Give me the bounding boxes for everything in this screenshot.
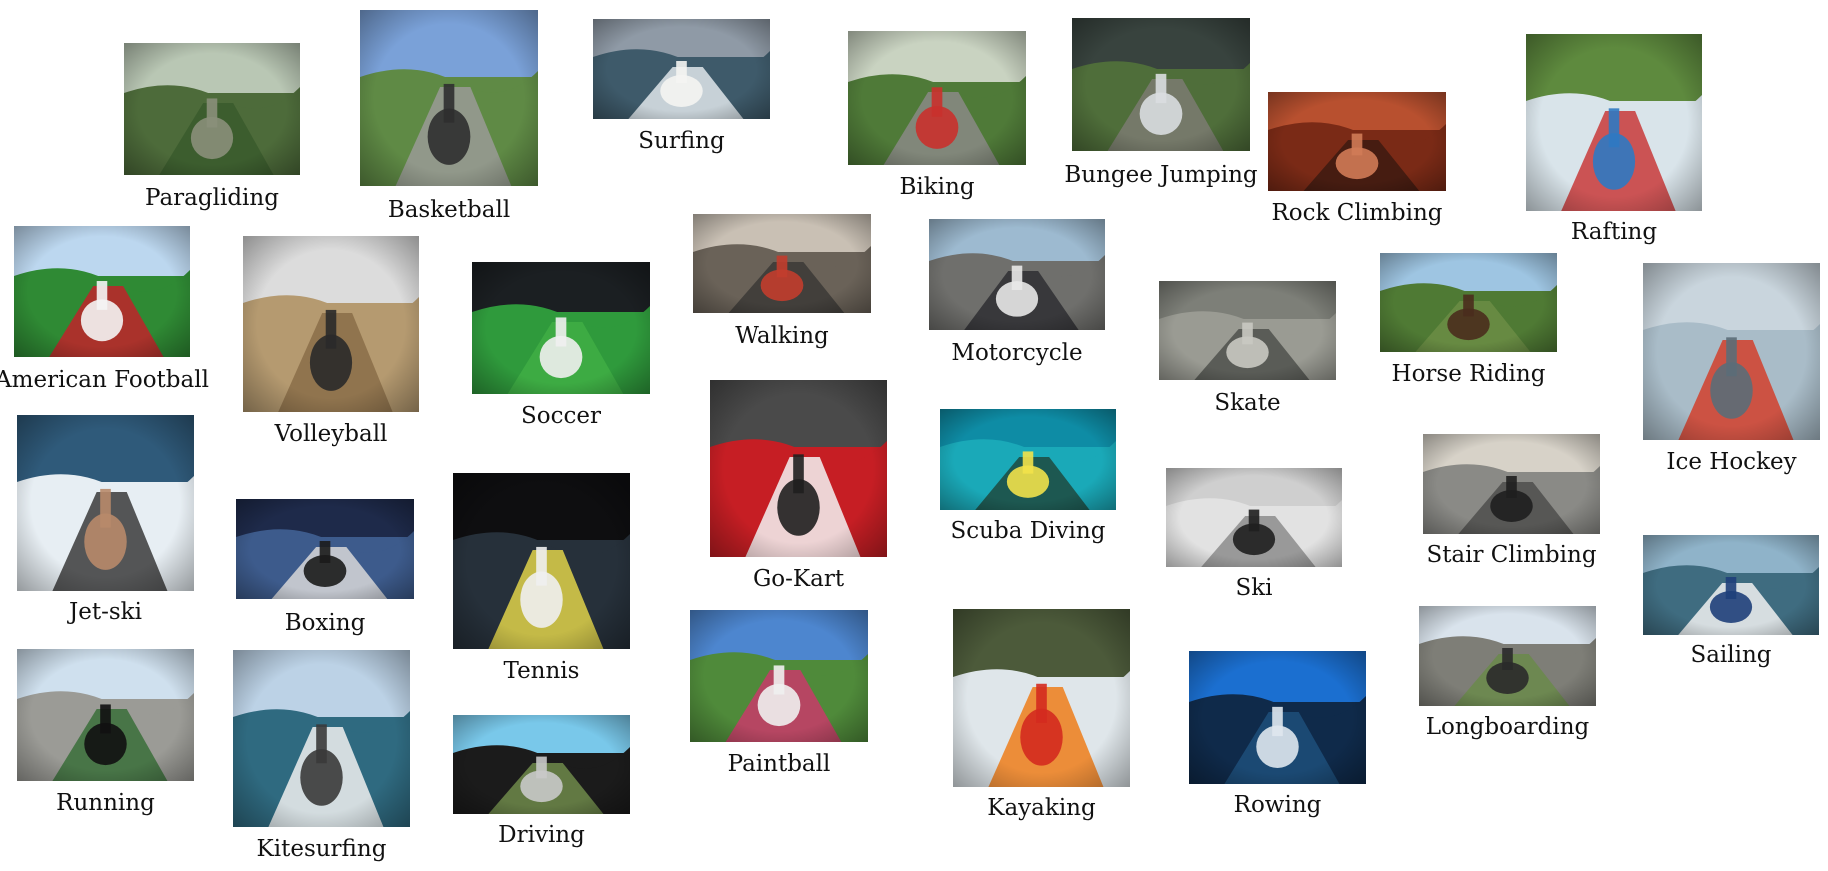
activity-caption: Rowing [1233,792,1322,818]
activity-thumbnail [472,262,650,394]
activity-caption: Paintball [727,751,831,777]
activity-tile-horse-riding: Horse Riding [1380,253,1557,388]
activity-thumbnail [693,214,871,313]
activity-thumbnail [1159,281,1336,380]
activity-tile-sailing: Sailing [1643,535,1819,669]
activity-tile-go-kart: Go-Kart [710,380,887,593]
activity-thumbnail [243,236,419,412]
activity-tile-rafting: Rafting [1526,34,1702,246]
activity-tile-kayaking: Kayaking [953,609,1130,822]
activity-tile-rock-climbing: Rock Climbing [1268,92,1446,227]
activity-thumbnail [1423,434,1600,534]
activity-tile-volleyball: Volleyball [243,236,419,448]
activity-caption: Skate [1214,390,1281,416]
activity-caption: Stair Climbing [1426,542,1597,568]
activity-caption: Ski [1235,575,1273,601]
activity-tile-surfing: Surfing [593,19,770,155]
activity-thumbnail [453,473,630,649]
activity-thumbnail [953,609,1130,787]
activity-tile-stair-climbing: Stair Climbing [1423,434,1600,569]
activity-caption: Driving [498,822,585,848]
activity-caption: Surfing [638,128,725,154]
activity-thumbnail [1643,535,1819,635]
activity-thumbnail [1072,18,1250,151]
activity-thumbnail [940,409,1116,510]
activity-tile-jet-ski: Jet-ski [17,415,194,626]
activity-tile-basketball: Basketball [360,10,538,224]
activity-tile-motorcycle: Motorcycle [929,219,1105,367]
activity-tile-tennis: Tennis [453,473,630,685]
activity-tile-paintball: Paintball [690,610,868,778]
activity-caption: Sailing [1690,642,1772,668]
activity-caption: American Football [0,367,209,393]
activity-thumbnail [710,380,887,557]
activity-thumbnail [14,226,190,357]
activity-thumbnail [690,610,868,742]
activity-tile-rowing: Rowing [1189,651,1366,819]
activity-thumbnail [593,19,770,119]
activity-tile-ski: Ski [1166,468,1342,602]
activity-thumbnail [17,415,194,591]
activity-caption: Basketball [387,197,511,223]
activity-thumbnail [1526,34,1702,211]
activity-tile-ice-hockey: Ice Hockey [1643,263,1820,476]
activity-caption: Horse Riding [1391,361,1546,387]
activity-tile-paragliding: Paragliding [124,43,300,212]
activity-tile-bungee-jumping: Bungee Jumping [1064,18,1258,189]
activity-caption: Tennis [503,658,580,684]
activity-thumbnail [17,649,194,781]
activity-thumbnail [233,650,410,827]
activity-thumbnail [1189,651,1366,784]
activity-caption: Scuba Diving [950,518,1106,544]
activity-collage: Paragliding Basketball Surfing Biking Bu… [0,0,1828,871]
activity-tile-american-football: American Football [0,226,209,394]
activity-caption: Soccer [521,403,601,429]
activity-caption: Rock Climbing [1271,200,1443,226]
activity-caption: Boxing [284,610,366,636]
activity-thumbnail [848,31,1026,165]
activity-tile-kitesurfing: Kitesurfing [233,650,410,863]
activity-caption: Bungee Jumping [1064,162,1258,188]
activity-caption: Rafting [1570,219,1658,245]
activity-thumbnail [929,219,1105,330]
activity-caption: Motorcycle [951,340,1083,366]
activity-tile-driving: Driving [453,715,630,849]
activity-tile-walking: Walking [693,214,871,350]
activity-thumbnail [236,499,414,599]
activity-tile-skate: Skate [1159,281,1336,417]
activity-tile-scuba-diving: Scuba Diving [940,409,1116,545]
activity-tile-biking: Biking [848,31,1026,201]
activity-thumbnail [124,43,300,175]
activity-caption: Longboarding [1425,714,1590,740]
activity-tile-running: Running [17,649,194,817]
activity-caption: Ice Hockey [1666,449,1797,475]
activity-tile-longboarding: Longboarding [1419,606,1596,741]
activity-caption: Go-Kart [752,566,845,592]
activity-thumbnail [1166,468,1342,567]
activity-thumbnail [1643,263,1820,440]
activity-thumbnail [360,10,538,186]
activity-tile-soccer: Soccer [472,262,650,430]
activity-thumbnail [1268,92,1446,191]
activity-thumbnail [453,715,630,814]
activity-tile-boxing: Boxing [236,499,414,637]
activity-thumbnail [1419,606,1596,706]
activity-thumbnail [1380,253,1557,352]
activity-caption: Running [56,790,155,816]
